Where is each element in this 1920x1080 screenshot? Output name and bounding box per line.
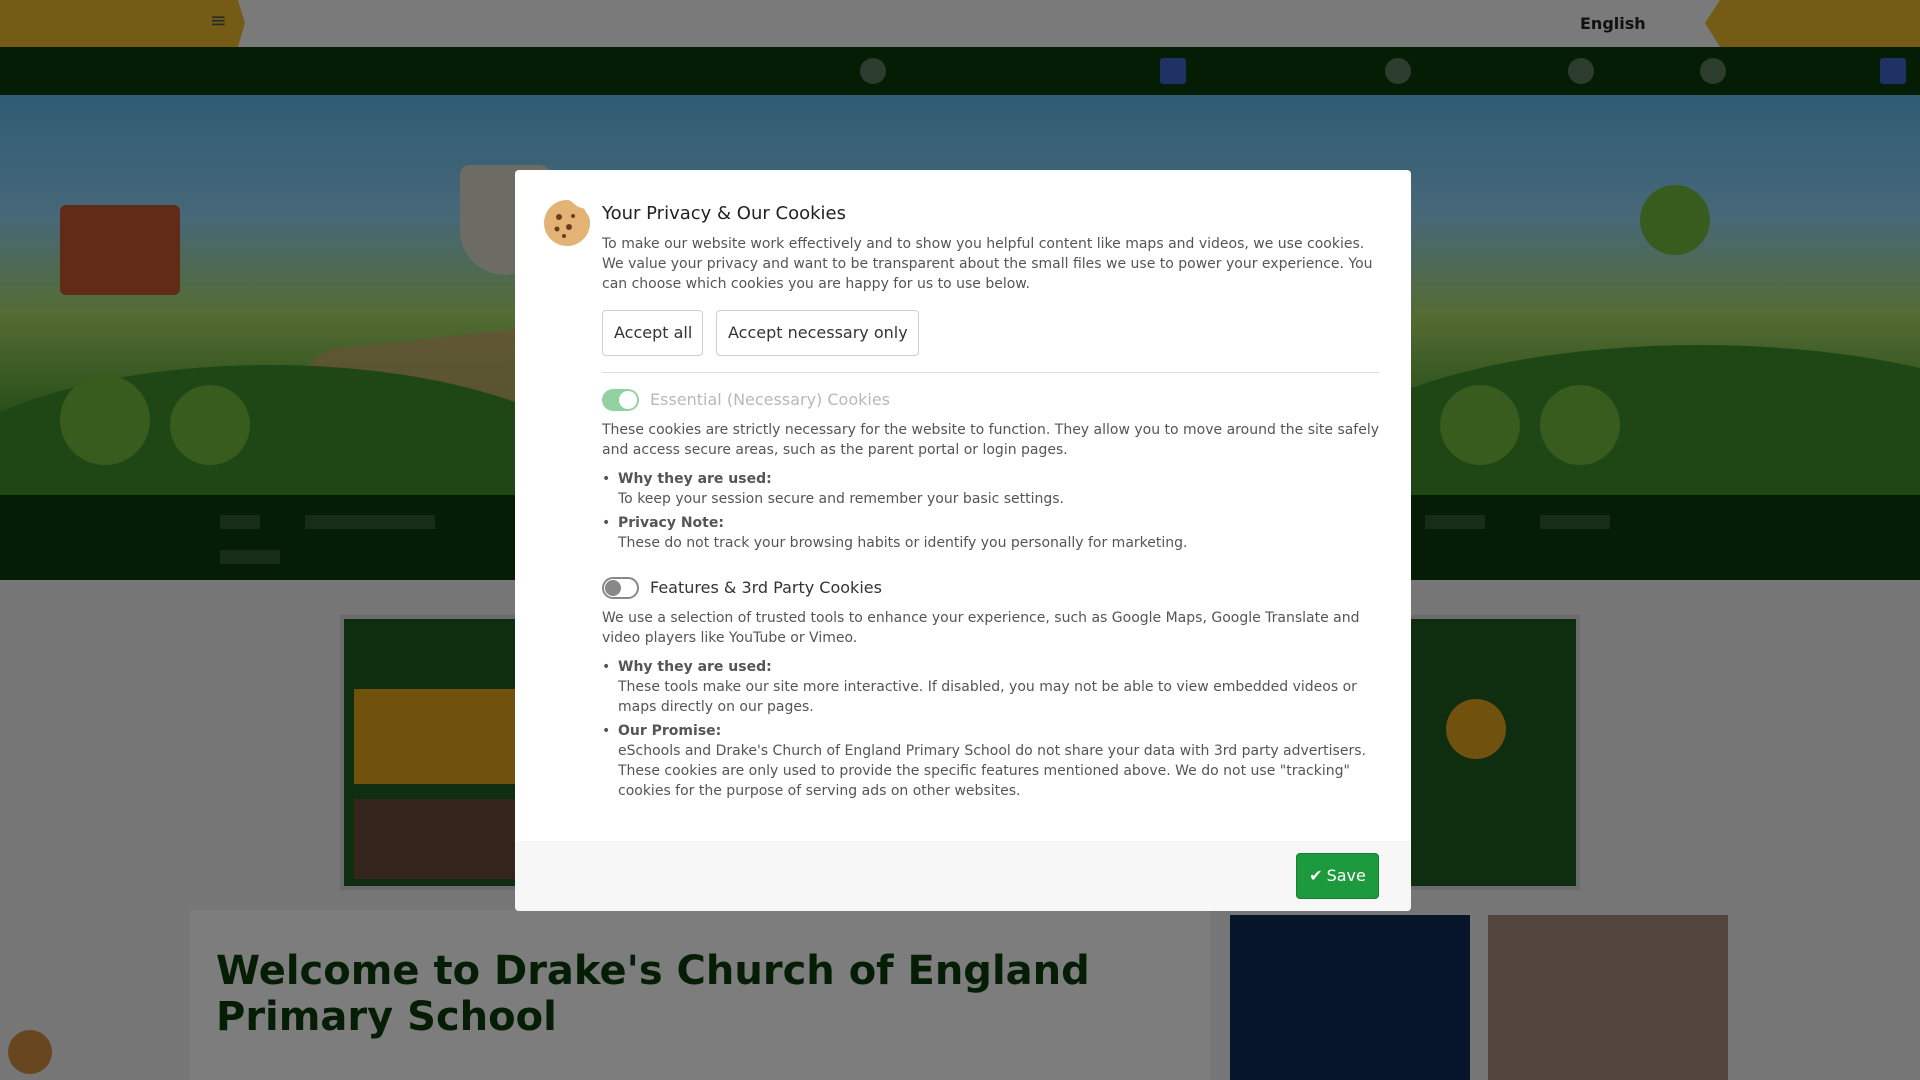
cookie-icon xyxy=(544,200,591,246)
save-button-label: Save xyxy=(1326,866,1366,885)
essential-cookies-description: These cookies are strictly necessary for… xyxy=(602,422,1380,458)
accept-all-button[interactable]: Accept all xyxy=(602,310,703,356)
intro-text: To make our website work effectively and… xyxy=(602,236,1373,292)
bullet-text: eSchools and Drake's Church of England P… xyxy=(618,743,1366,799)
list-item: Why they are used: These tools make our … xyxy=(602,657,1382,717)
list-item: Our Promise: eSchools and Drake's Church… xyxy=(602,721,1382,801)
check-icon: ✔ xyxy=(1309,866,1323,885)
features-cookies-description: We use a selection of trusted tools to e… xyxy=(602,610,1360,646)
toggle-knob xyxy=(619,391,637,409)
accept-necessary-button[interactable]: Accept necessary only xyxy=(716,310,919,356)
features-cookies-details: Why they are used: These tools make our … xyxy=(602,657,1382,805)
essential-cookies-toggle xyxy=(602,389,639,411)
modal-footer: ✔ Save xyxy=(515,841,1411,911)
essential-cookies-details: Why they are used: To keep your session … xyxy=(602,469,1382,557)
features-cookies-title: Features & 3rd Party Cookies xyxy=(650,578,882,597)
bullet-text: These do not track your browsing habits … xyxy=(618,535,1188,551)
divider xyxy=(602,372,1379,373)
essential-cookies-title: Essential (Necessary) Cookies xyxy=(650,390,891,409)
cookie-consent-modal: Your Privacy & Our Cookies To make our w… xyxy=(515,170,1411,911)
features-cookies-toggle[interactable] xyxy=(602,577,639,599)
save-button[interactable]: ✔ Save xyxy=(1296,853,1379,899)
toggle-knob xyxy=(605,580,621,596)
bullet-text: To keep your session secure and remember… xyxy=(618,491,1065,507)
bullet-heading: Why they are used: xyxy=(618,471,772,487)
bullet-heading: Our Promise: xyxy=(618,723,722,739)
bullet-text: These tools make our site more interacti… xyxy=(618,679,1357,715)
modal-title: Your Privacy & Our Cookies xyxy=(602,203,846,224)
bullet-heading: Privacy Note: xyxy=(618,515,724,531)
list-item: Privacy Note: These do not track your br… xyxy=(602,513,1382,553)
list-item: Why they are used: To keep your session … xyxy=(602,469,1382,509)
bullet-heading: Why they are used: xyxy=(618,659,772,675)
